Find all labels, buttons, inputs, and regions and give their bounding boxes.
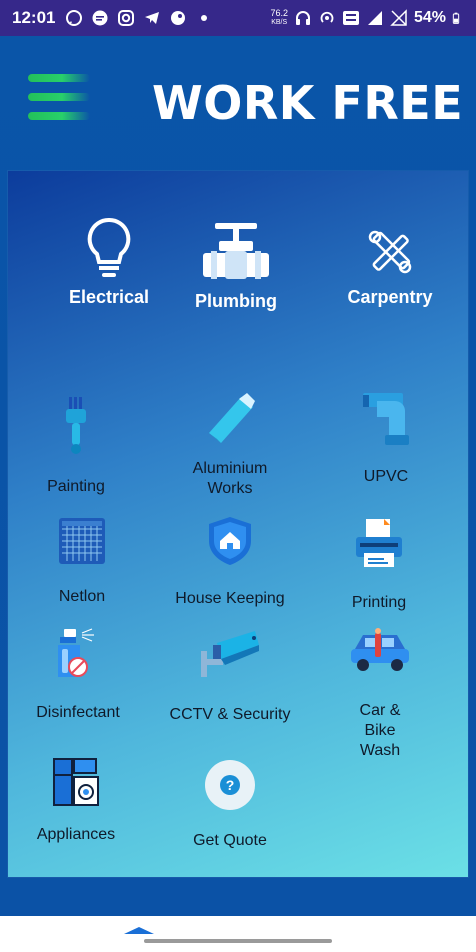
service-plumbing[interactable]: Plumbing <box>174 221 298 321</box>
service-label: Netlon <box>58 588 106 605</box>
appliances-icon <box>53 758 99 806</box>
printer-icon <box>356 519 402 567</box>
service-label: House Keeping <box>175 590 285 607</box>
notification-icons <box>65 9 213 27</box>
service-printing[interactable]: Printing <box>334 517 424 611</box>
net-speed: 76.2 KB/S <box>270 9 288 27</box>
signal-4g-icon <box>367 11 382 25</box>
service-carpentry[interactable]: Carpentry <box>330 225 450 315</box>
service-label: Carpentry <box>347 287 433 307</box>
service-cctv[interactable]: CCTV & Security <box>158 629 302 727</box>
service-label: Appliances <box>36 826 116 843</box>
bottom-navigation-area <box>0 916 476 952</box>
service-appliances[interactable]: Appliances <box>28 757 124 849</box>
pipe-elbow-icon <box>363 393 409 445</box>
cctv-icon <box>201 631 259 677</box>
hamburger-menu-button[interactable] <box>28 74 90 120</box>
car-wash-icon <box>351 628 409 671</box>
service-label: Painting <box>47 478 105 495</box>
battery-percent: 54% <box>413 9 446 26</box>
shield-home-icon <box>209 517 251 565</box>
services-panel: Electrical Plumbing Carpentry Painting A… <box>8 171 468 877</box>
service-disinfectant[interactable]: Disinfectant <box>26 627 130 725</box>
service-label: Electrical <box>68 287 150 307</box>
net-speed-value: 76.2 <box>270 8 288 18</box>
tools-icon <box>368 230 412 274</box>
volte-icon <box>342 11 359 25</box>
spray-icon <box>58 628 94 677</box>
chevron-up-icon[interactable] <box>124 926 154 934</box>
battery-icon <box>452 12 460 24</box>
chat-icon <box>92 10 108 26</box>
service-label: Get Quote <box>193 832 267 849</box>
paintbrush-icon <box>66 397 86 454</box>
service-netlon[interactable]: Netlon <box>38 517 126 607</box>
service-label: Aluminium Works <box>192 460 268 497</box>
instagram-icon <box>118 10 135 26</box>
question-icon: ? <box>205 760 255 810</box>
service-electrical[interactable]: Electrical <box>48 217 170 317</box>
service-label: CCTV & Security <box>169 706 291 723</box>
service-car-bike-wash[interactable]: Car & Bike Wash <box>328 627 432 759</box>
mesh-icon <box>59 518 105 564</box>
dot-icon <box>201 15 208 21</box>
service-label: Plumbing <box>195 291 277 311</box>
pipe-valve-icon <box>203 223 269 279</box>
app-title: WORK FREE <box>152 76 464 130</box>
no-signal-icon <box>390 9 407 26</box>
service-get-quote[interactable]: ? Get Quote <box>170 759 290 855</box>
menu-line-icon <box>28 93 90 101</box>
net-speed-unit: KB/S <box>271 19 288 26</box>
menu-line-icon <box>28 112 90 120</box>
hotspot-icon <box>320 11 334 23</box>
app-icon <box>171 11 186 25</box>
service-label: UPVC <box>363 468 409 485</box>
system-icons: 76.2 KB/S 54% <box>270 9 464 27</box>
whatsapp-icon <box>66 10 83 26</box>
status-time: 12:01 <box>12 8 56 27</box>
service-aluminium[interactable]: Aluminium Works <box>168 389 292 501</box>
service-upvc[interactable]: UPVC <box>342 391 430 491</box>
service-label: Car & Bike Wash <box>359 702 401 759</box>
bulb-icon <box>87 217 131 277</box>
service-painting[interactable]: Painting <box>28 393 124 503</box>
aluminium-icon <box>209 393 255 443</box>
service-label: Disinfectant <box>36 704 120 721</box>
svg-text:?: ? <box>226 777 235 793</box>
headphones-icon <box>295 11 310 25</box>
telegram-icon <box>145 12 160 24</box>
service-label: Printing <box>351 594 407 611</box>
status-bar: 12:01 76.2 KB/S 54% <box>0 0 476 36</box>
home-gesture-bar[interactable] <box>144 939 332 943</box>
service-house-keeping[interactable]: House Keeping <box>160 515 300 609</box>
menu-line-icon <box>28 74 90 82</box>
